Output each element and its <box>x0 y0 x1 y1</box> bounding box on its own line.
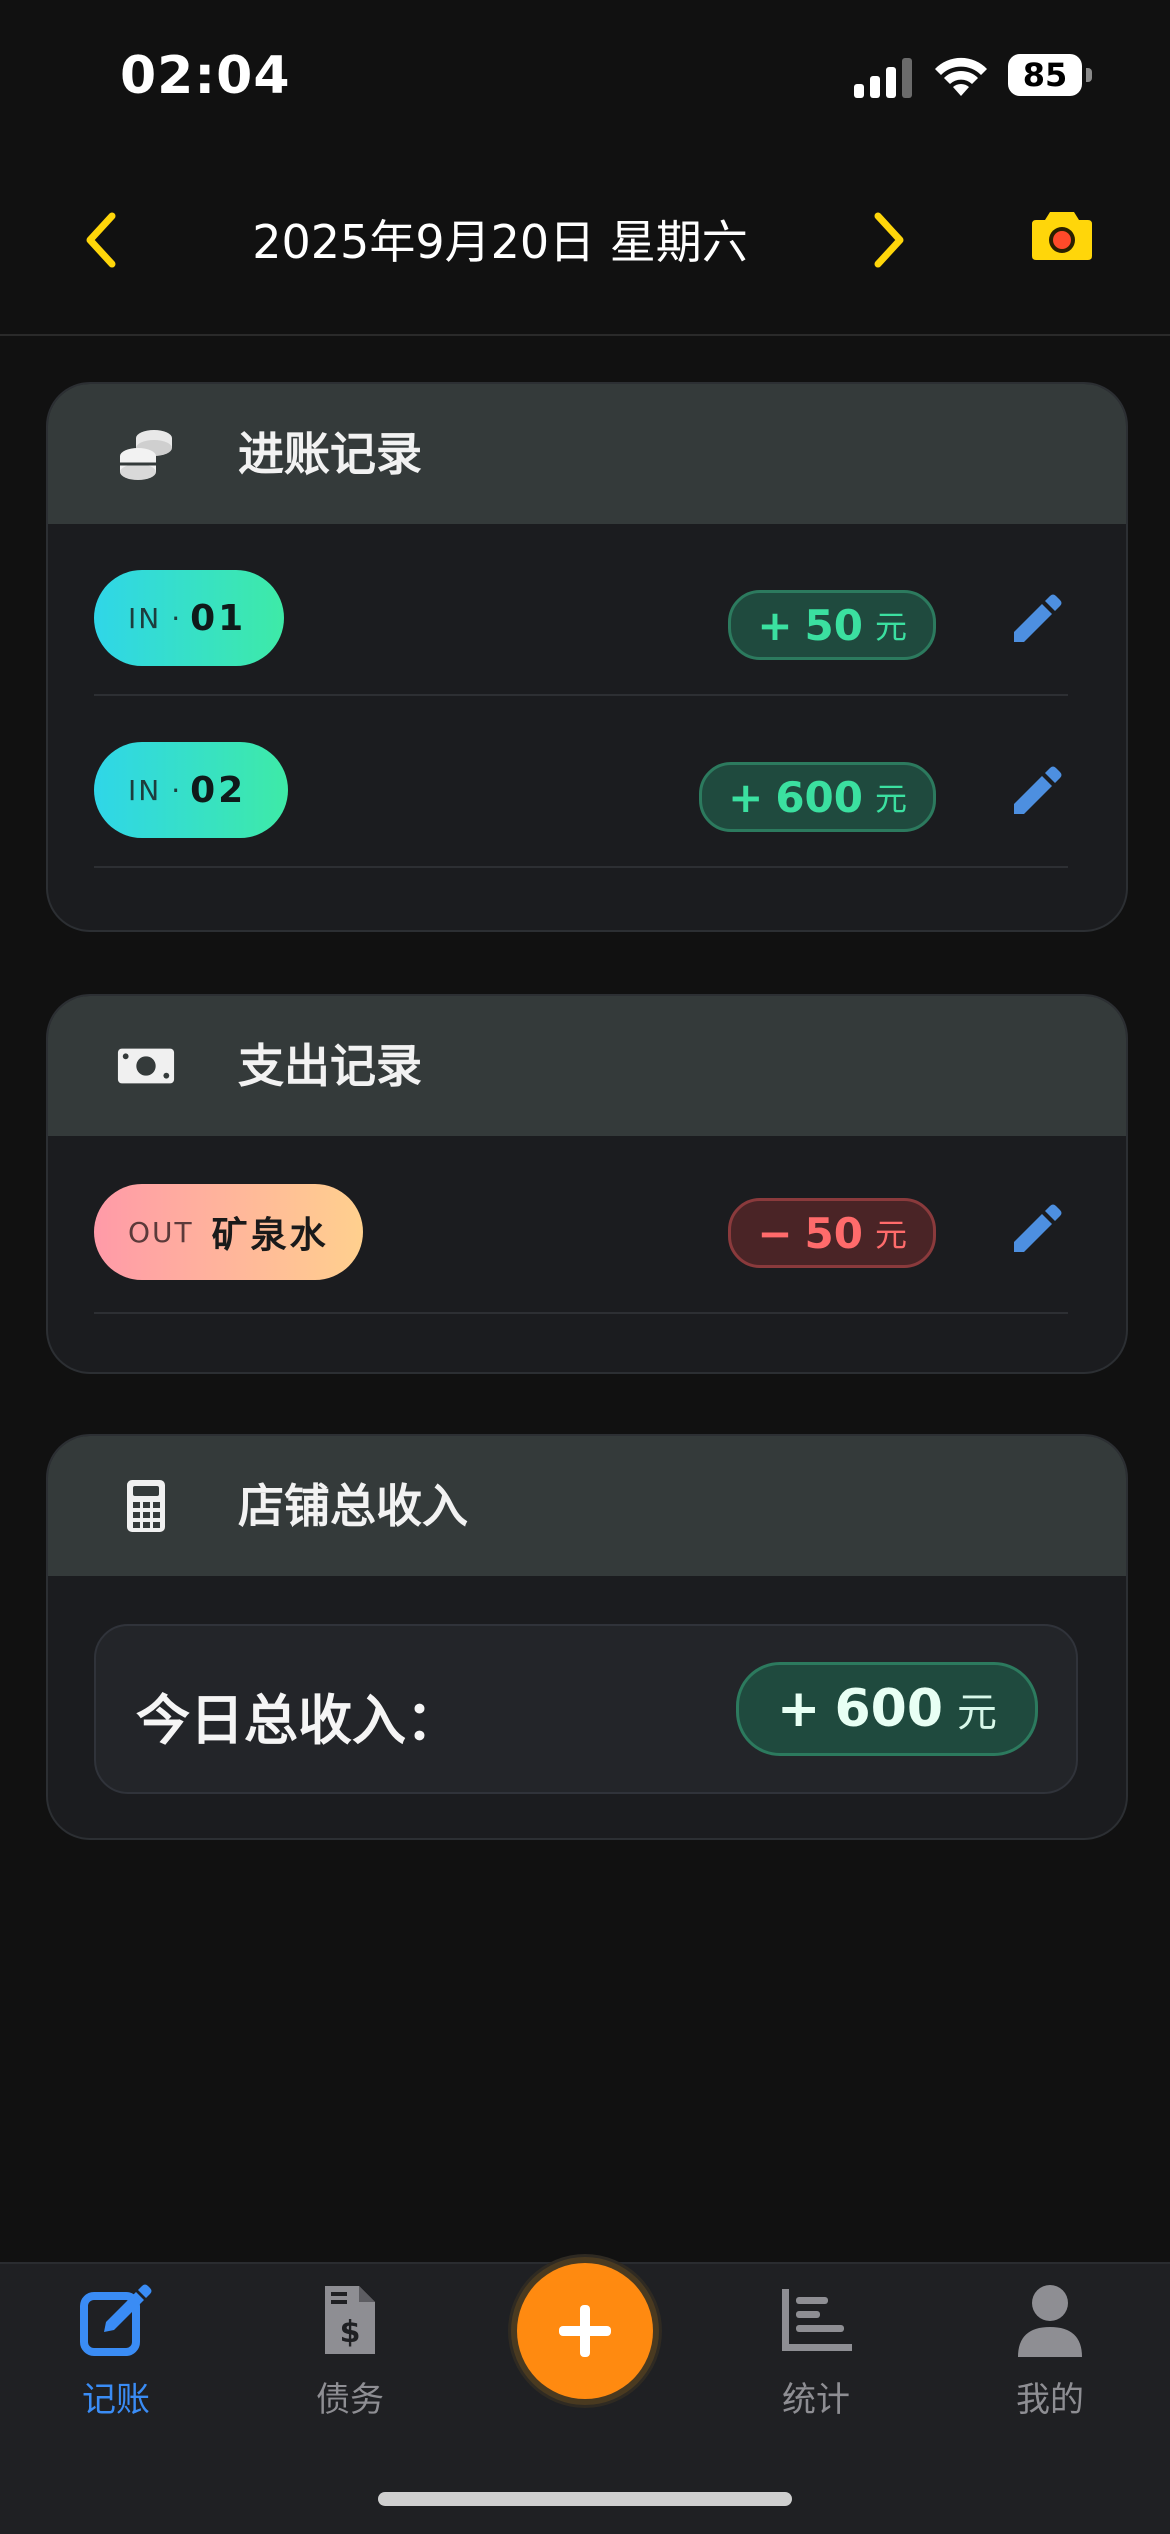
next-day-button[interactable] <box>860 210 920 270</box>
expense-card-title: 支出记录 <box>238 1039 422 1093</box>
tab-statistics[interactable]: 统计 <box>716 2274 916 2434</box>
total-sign: + <box>776 1679 821 1739</box>
amount-value: 50 <box>804 600 863 650</box>
tag-prefix: OUT <box>128 1215 194 1249</box>
date-title[interactable]: 2025年9月20日 星期六 <box>160 206 840 272</box>
tab-label: 我的 <box>1016 2380 1084 2420</box>
previous-day-button[interactable] <box>70 210 130 270</box>
amount-sign: + <box>757 600 793 650</box>
add-record-button[interactable] <box>508 2254 662 2408</box>
tag-dot: · <box>171 601 181 635</box>
amount-unit: 元 <box>874 1216 907 1254</box>
list-item[interactable]: OUT 矿泉水 − 50 元 <box>94 1136 1068 1314</box>
total-amount-badge: + 600 元 <box>735 1662 1038 1756</box>
pencil-icon <box>1014 1204 1062 1252</box>
amount-value: 50 <box>804 1208 863 1258</box>
home-indicator <box>378 2492 792 2506</box>
income-card-title: 进账记录 <box>238 427 422 481</box>
tag-prefix: IN <box>128 601 162 635</box>
invoice-dollar-icon: $ <box>325 2286 375 2354</box>
total-value: 600 <box>834 1679 943 1739</box>
entry-tag: IN · 02 <box>94 742 288 838</box>
amount-badge: − 50 元 <box>728 1198 936 1268</box>
amount-unit: 元 <box>874 608 907 646</box>
user-icon <box>1018 2285 1082 2357</box>
calculator-icon <box>116 1476 176 1536</box>
tag-prefix: IN <box>128 773 162 807</box>
total-label: 今日总收入： <box>136 1689 460 1752</box>
battery-level: 85 <box>1008 54 1082 96</box>
tab-label: 债务 <box>316 2380 384 2420</box>
battery-indicator: 85 <box>1008 54 1092 98</box>
svg-text:$: $ <box>340 2315 361 2350</box>
bar-chart-icon <box>782 2289 852 2351</box>
coins-icon <box>116 424 176 484</box>
amount-value: 600 <box>775 772 863 822</box>
tab-label: 统计 <box>782 2380 850 2420</box>
chevron-left-icon <box>86 212 116 268</box>
pencil-icon <box>1014 766 1062 814</box>
income-card: 进账记录 IN · 01 + 50 元 IN · 02 + 600 元 <box>46 382 1128 932</box>
amount-sign: + <box>728 772 764 822</box>
list-item[interactable]: IN · 01 + 50 元 <box>94 524 1068 696</box>
edit-button[interactable] <box>1004 588 1068 652</box>
amount-unit: 元 <box>874 780 907 818</box>
pencil-icon <box>1014 594 1062 642</box>
edit-button[interactable] <box>1004 1198 1068 1262</box>
total-card-title: 店铺总收入 <box>238 1479 468 1533</box>
camera-button[interactable] <box>1030 206 1094 266</box>
amount-sign: − <box>757 1208 793 1258</box>
battery-tip <box>1086 68 1092 82</box>
money-bill-icon <box>116 1036 176 1096</box>
edit-button[interactable] <box>1004 760 1068 824</box>
total-unit: 元 <box>957 1690 997 1736</box>
list-item[interactable]: IN · 02 + 600 元 <box>94 696 1068 868</box>
total-income-card: 店铺总收入 今日总收入： + 600 元 <box>46 1434 1128 1840</box>
tab-label: 记账 <box>82 2380 150 2420</box>
edit-square-icon <box>80 2284 152 2356</box>
status-bar: 02:04 85 <box>0 0 1170 150</box>
total-summary-box: 今日总收入： + 600 元 <box>94 1624 1078 1794</box>
plus-icon <box>559 2305 611 2357</box>
tag-dot: · <box>171 773 181 807</box>
total-card-header: 店铺总收入 <box>48 1436 1126 1576</box>
entry-tag: OUT 矿泉水 <box>94 1184 363 1280</box>
expense-card-header: 支出记录 <box>48 996 1126 1136</box>
camera-icon <box>1032 212 1092 260</box>
date-header: 2025年9月20日 星期六 <box>0 150 1170 336</box>
tab-profile[interactable]: 我的 <box>950 2274 1150 2434</box>
tag-name: 02 <box>190 769 247 811</box>
tab-debt[interactable]: $ 债务 <box>250 2274 450 2434</box>
amount-badge: + 600 元 <box>699 762 936 832</box>
tab-bookkeeping[interactable]: 记账 <box>16 2274 216 2434</box>
cellular-signal-icon <box>854 58 912 98</box>
status-time: 02:04 <box>120 46 291 106</box>
entry-tag: IN · 01 <box>94 570 284 666</box>
income-card-header: 进账记录 <box>48 384 1126 524</box>
tag-name: 01 <box>190 597 247 639</box>
tag-name: 矿泉水 <box>211 1215 329 1256</box>
amount-badge: + 50 元 <box>728 590 936 660</box>
chevron-right-icon <box>874 212 904 268</box>
expense-card: 支出记录 OUT 矿泉水 − 50 元 <box>46 994 1128 1374</box>
wifi-icon <box>935 57 987 96</box>
